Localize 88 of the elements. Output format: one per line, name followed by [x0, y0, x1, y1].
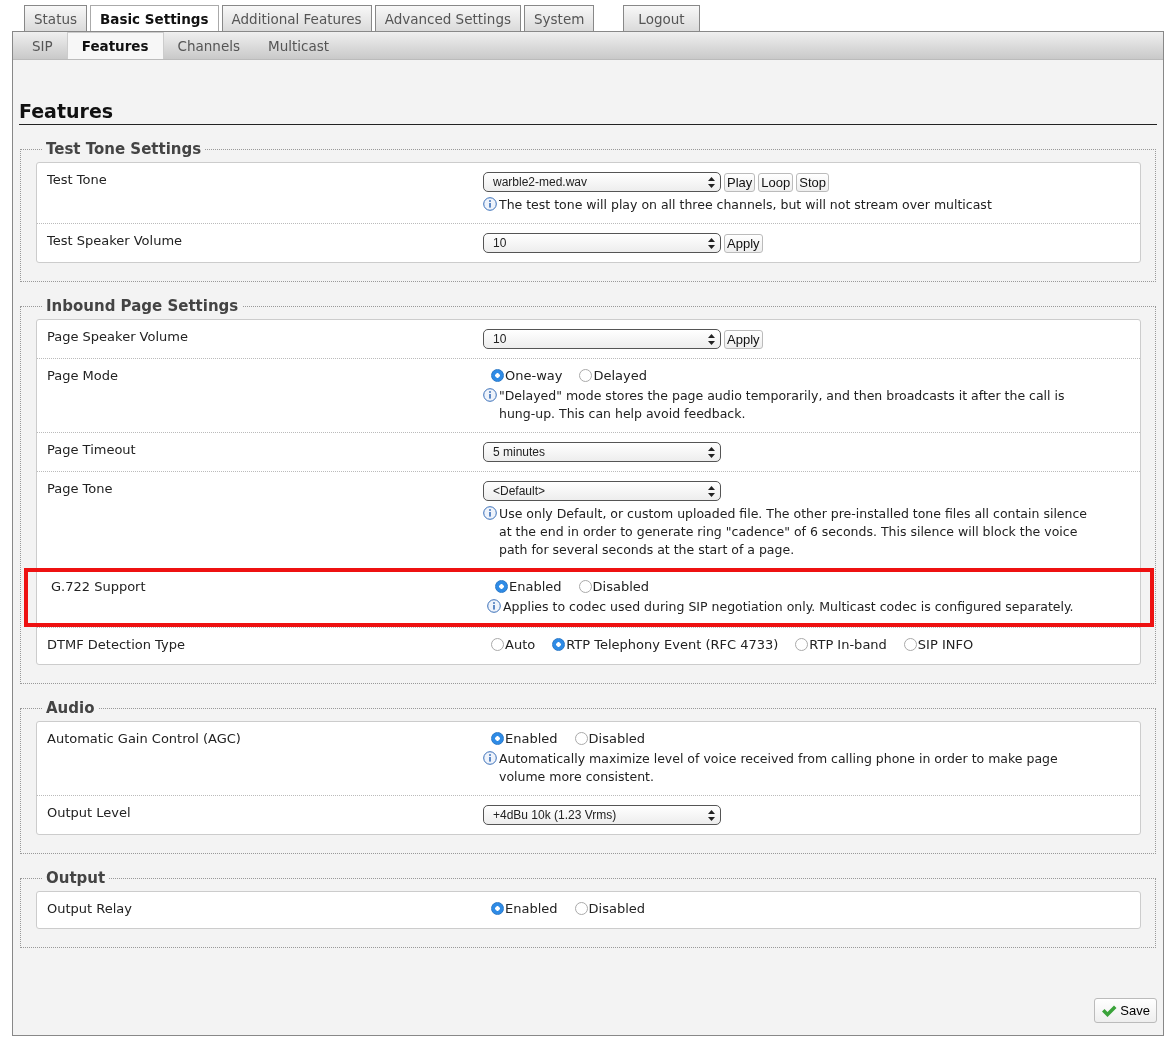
radio-option[interactable]: Auto — [491, 637, 536, 652]
radio-option[interactable]: Disabled — [574, 731, 646, 746]
dropdown[interactable]: 5 minutes — [483, 442, 721, 462]
radio-label: Auto — [505, 637, 536, 652]
sub-tab[interactable]: SIP — [18, 32, 67, 59]
radio-option[interactable]: Enabled — [495, 579, 562, 594]
setting-label: Page Timeout — [47, 442, 137, 459]
info-icon — [483, 751, 497, 765]
dropdown[interactable]: warble2-med.wav — [483, 172, 721, 192]
dropdown[interactable]: 10 — [483, 329, 721, 349]
radio-label: Disabled — [588, 731, 646, 746]
radio-label: RTP In-band — [809, 637, 887, 652]
updown-arrows-icon — [708, 809, 715, 821]
radio-button[interactable] — [574, 732, 588, 745]
radio-label: One-way — [505, 368, 563, 383]
radio-button[interactable] — [491, 638, 504, 651]
radio-button[interactable] — [903, 638, 917, 651]
small-button[interactable]: Loop — [758, 172, 794, 192]
help-text: The test tone will play on all three channels, but will not stream over multicast — [499, 196, 992, 214]
dropdown[interactable]: <Default> — [483, 481, 721, 501]
group-title: Test Tone Settings — [42, 140, 206, 158]
radio-button[interactable] — [491, 732, 504, 745]
sub-tab[interactable]: Channels — [163, 32, 255, 59]
setting-label: Page Mode — [47, 368, 120, 385]
group-title: Inbound Page Settings — [42, 297, 243, 315]
radio-button[interactable] — [578, 580, 592, 593]
info-icon — [487, 599, 501, 613]
radio-button[interactable] — [495, 580, 508, 593]
help-text: Use only Default, or custom uploaded file. The other pre-installed tone files all contain silence at the end in order to generate ring "cadence" of 6 seconds. This silence will block the voice path for several seconds at the start of a page. — [499, 505, 1089, 559]
small-button[interactable]: Apply — [724, 233, 763, 253]
radio-button[interactable] — [491, 902, 504, 915]
updown-arrows-icon — [708, 485, 715, 497]
main-tab[interactable]: System — [524, 5, 595, 31]
radio-button[interactable] — [574, 902, 588, 915]
updown-arrows-icon — [708, 176, 715, 188]
radio-option[interactable]: Disabled — [574, 901, 646, 916]
page-title: Features — [19, 100, 1157, 125]
info-icon — [483, 506, 497, 520]
radio-button[interactable] — [552, 638, 566, 651]
setting-label: Page Speaker Volume — [47, 329, 189, 346]
radio-button[interactable] — [579, 369, 593, 382]
group-title: Output — [42, 869, 110, 887]
dropdown[interactable]: +4dBu 10k (1.23 Vrms) — [483, 805, 721, 825]
setting-label: G.722 Support — [51, 579, 147, 596]
updown-arrows-icon — [708, 446, 715, 458]
help-text: Automatically maximize level of voice received from calling phone in order to make page volume more consistent. — [499, 750, 1059, 786]
save-button[interactable]: Save — [1094, 998, 1157, 1023]
setting-label: Test Tone — [47, 172, 108, 189]
setting-label: Output Level — [47, 805, 132, 822]
radio-option[interactable]: SIP INFO — [903, 637, 974, 652]
setting-label: Output Relay — [47, 901, 133, 918]
radio-label: Disabled — [592, 579, 650, 594]
info-icon — [483, 197, 497, 211]
radio-option[interactable]: Delayed — [579, 368, 647, 383]
updown-arrows-icon — [708, 333, 715, 345]
sub-tab[interactable]: Features — [66, 32, 164, 59]
main-tab[interactable]: Additional Features — [221, 5, 372, 31]
setting-label: Automatic Gain Control (AGC) — [47, 731, 242, 748]
small-button[interactable]: Apply — [724, 329, 763, 349]
setting-label: Test Speaker Volume — [47, 233, 184, 250]
radio-option[interactable]: Enabled — [491, 731, 558, 746]
radio-label: Delayed — [593, 368, 647, 383]
radio-label: Enabled — [505, 731, 558, 746]
help-text: "Delayed" mode stores the page audio temporarily, and then broadcasts it after the call is hung-up. This can help avoid feedback. — [499, 387, 1066, 423]
help-text: Applies to codec used during SIP negotiation only. Multicast codec is configured separately. — [503, 598, 1074, 616]
radio-option[interactable]: One-way — [491, 368, 563, 383]
radio-label: SIP INFO — [917, 637, 974, 652]
main-tab[interactable]: Status — [24, 5, 88, 31]
small-button[interactable]: Play — [724, 172, 756, 192]
sub-tab[interactable]: Multicast — [254, 32, 344, 59]
radio-button[interactable] — [491, 369, 504, 382]
dropdown[interactable]: 10 — [483, 233, 721, 253]
radio-option[interactable]: Disabled — [578, 579, 650, 594]
main-tab[interactable]: Basic Settings — [90, 5, 219, 31]
setting-label: Page Tone — [47, 481, 114, 498]
radio-label: Enabled — [505, 901, 558, 916]
main-tab[interactable]: Advanced Settings — [374, 5, 521, 31]
radio-label: Disabled — [588, 901, 646, 916]
radio-option[interactable]: RTP In-band — [795, 637, 887, 652]
radio-label: Enabled — [509, 579, 562, 594]
main-tab[interactable]: Logout — [623, 5, 700, 31]
checkmark-icon — [1101, 1003, 1118, 1018]
info-icon — [483, 388, 497, 402]
setting-label: DTMF Detection Type — [47, 637, 186, 654]
small-button[interactable]: Stop — [796, 172, 829, 192]
radio-option[interactable]: Enabled — [491, 901, 558, 916]
updown-arrows-icon — [708, 237, 715, 249]
radio-button[interactable] — [795, 638, 809, 651]
